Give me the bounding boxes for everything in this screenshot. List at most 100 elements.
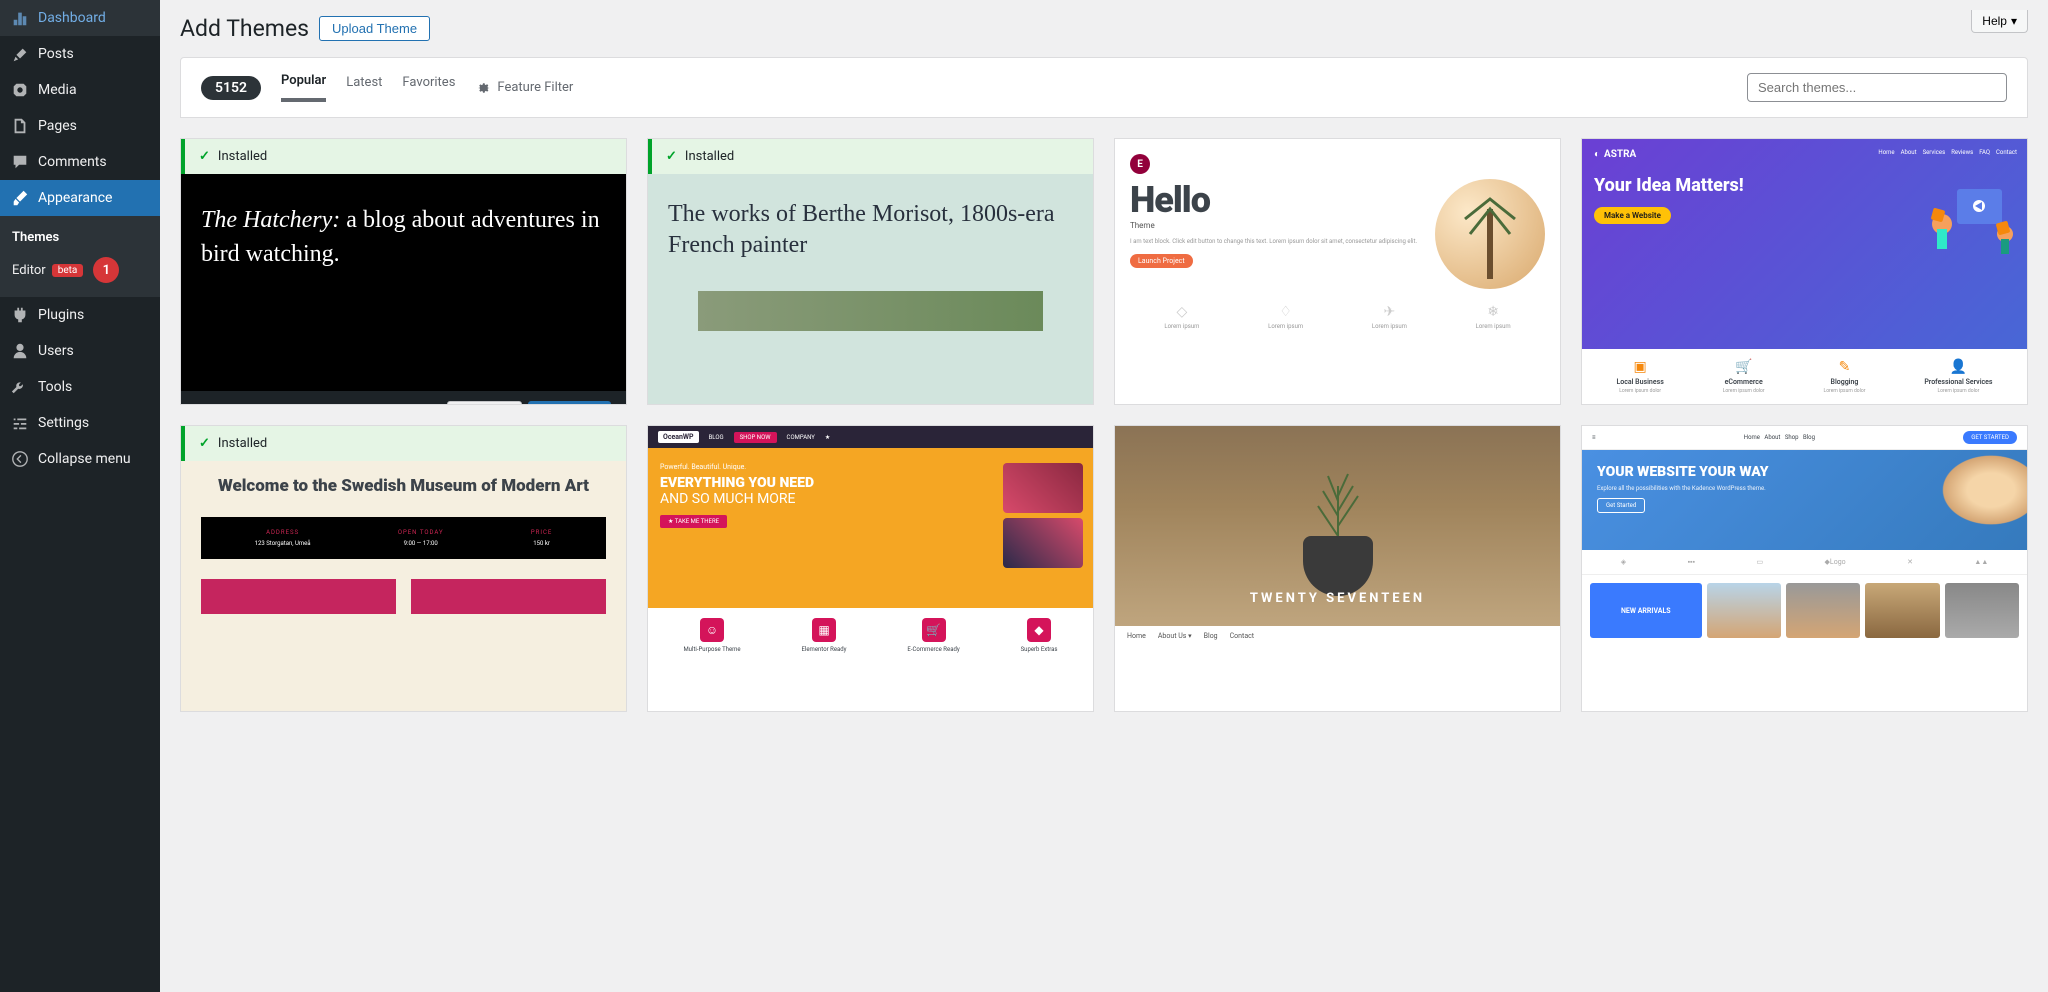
caret-down-icon: ▾ xyxy=(2011,14,2017,28)
preview-cta: Launch Project xyxy=(1130,254,1193,268)
menu-label: Dashboard xyxy=(38,10,106,26)
preview-image xyxy=(1907,450,2027,550)
menu-settings[interactable]: Settings xyxy=(0,405,160,441)
feature-filter-button[interactable]: Feature Filter xyxy=(475,80,573,96)
menu-pages[interactable]: Pages xyxy=(0,108,160,144)
menu-label: Media xyxy=(38,82,77,98)
theme-preview: ≡Home About Shop BlogGET STARTED YOUR WE… xyxy=(1582,426,2027,711)
activated-button: Activated xyxy=(447,401,522,405)
menu-label: Appearance xyxy=(38,190,112,206)
pin-icon xyxy=(10,44,30,64)
gear-icon xyxy=(475,80,491,96)
media-icon xyxy=(10,80,30,100)
notification-badge: 1 xyxy=(93,257,119,283)
menu-collapse[interactable]: Collapse menu xyxy=(0,441,160,477)
customize-button[interactable]: Customize xyxy=(528,401,611,405)
page-icon xyxy=(10,116,30,136)
search-input[interactable] xyxy=(1747,73,2007,102)
menu-label: Settings xyxy=(38,415,89,431)
menu-posts[interactable]: Posts xyxy=(0,36,160,72)
theme-card-twenty-seventeen[interactable]: TWENTY SEVENTEEN HomeAbout Us ▾BlogConta… xyxy=(1114,425,1561,712)
theme-preview: ◐ASTRA HomeAboutServicesReviewsFAQContac… xyxy=(1582,139,2027,404)
brush-icon xyxy=(10,188,30,208)
menu-label: Collapse menu xyxy=(38,451,131,467)
theme-preview: E Hello Theme I am text block. Click edi… xyxy=(1115,139,1560,404)
menu-label: Pages xyxy=(38,118,77,134)
preview-em: The Hatchery: xyxy=(201,207,340,233)
theme-preview: Welcome to the Swedish Museum of Modern … xyxy=(181,461,626,712)
feature-filter-label: Feature Filter xyxy=(497,80,573,95)
theme-grid: ✓ Installed The Hatchery: a blog about a… xyxy=(180,138,2028,712)
menu-label: Tools xyxy=(38,379,72,395)
appearance-submenu: Themes Editor beta 1 xyxy=(0,216,160,297)
theme-preview: The works of Berthe Morisot, 1800s-era F… xyxy=(648,174,1093,405)
upload-theme-button[interactable]: Upload Theme xyxy=(319,16,430,41)
tab-popular[interactable]: Popular xyxy=(281,73,326,102)
check-icon: ✓ xyxy=(666,149,677,164)
theme-card-twenty-twenty-two[interactable]: ✓ Installed The Hatchery: a blog about a… xyxy=(180,138,627,405)
preview-title: TWENTY SEVENTEEN xyxy=(1250,591,1425,606)
theme-card-oceanwp[interactable]: OceanWP BLOGSHOP NOWCOMPANY★ Powerful. B… xyxy=(647,425,1094,712)
theme-card-astra[interactable]: ◐ASTRA HomeAboutServicesReviewsFAQContac… xyxy=(1581,138,2028,405)
preview-subheading: Theme xyxy=(1130,221,1420,230)
preview-heading: Welcome to the Swedish Museum of Modern … xyxy=(201,476,606,496)
tab-favorites[interactable]: Favorites xyxy=(402,75,455,100)
main-content: Help ▾ Add Themes Upload Theme 5152 Popu… xyxy=(160,0,2048,992)
wrench-icon xyxy=(10,377,30,397)
check-icon: ✓ xyxy=(199,436,210,451)
theme-preview: The Hatchery: a blog about adventures in… xyxy=(181,174,626,405)
preview-cta: Make a Website xyxy=(1594,207,1671,224)
admin-sidebar: Dashboard Posts Media Pages Comments App… xyxy=(0,0,160,992)
comment-icon xyxy=(10,152,30,172)
plugin-icon xyxy=(10,305,30,325)
preview-image xyxy=(1435,179,1545,289)
elementor-icon: E xyxy=(1130,154,1150,174)
submenu-themes[interactable]: Themes xyxy=(0,224,160,251)
preview-heading: Hello xyxy=(1130,179,1420,221)
user-icon xyxy=(10,341,30,361)
menu-label: Posts xyxy=(38,46,74,62)
sliders-icon xyxy=(10,413,30,433)
tab-latest[interactable]: Latest xyxy=(346,75,382,100)
collapse-icon xyxy=(10,449,30,469)
installed-label: Installed xyxy=(218,149,267,164)
menu-dashboard[interactable]: Dashboard xyxy=(0,0,160,36)
menu-plugins[interactable]: Plugins xyxy=(0,297,160,333)
menu-comments[interactable]: Comments xyxy=(0,144,160,180)
theme-card-twenty-twenty[interactable]: ✓ Installed Welcome to the Swedish Museu… xyxy=(180,425,627,712)
help-label: Help xyxy=(1982,14,2007,28)
beta-badge: beta xyxy=(52,264,84,277)
installed-label: Installed xyxy=(218,436,267,451)
menu-users[interactable]: Users xyxy=(0,333,160,369)
menu-label: Plugins xyxy=(38,307,84,323)
preview-cta: ★ TAKE ME THERE xyxy=(660,515,727,528)
dashboard-icon xyxy=(10,8,30,28)
page-title: Add Themes xyxy=(180,15,309,42)
page-header: Add Themes Upload Theme xyxy=(180,0,2028,57)
theme-preview: OceanWP BLOGSHOP NOWCOMPANY★ Powerful. B… xyxy=(648,426,1093,711)
installed-banner: ✓ Installed xyxy=(181,426,626,461)
preview-illustration xyxy=(1927,179,2017,259)
preview-text: The works of Berthe Morisot, 1800s-era F… xyxy=(668,199,1073,261)
menu-tools[interactable]: Tools xyxy=(0,369,160,405)
installed-label: Installed xyxy=(685,149,734,164)
preview-logo: OceanWP xyxy=(658,431,699,443)
theme-card-hello-elementor[interactable]: E Hello Theme I am text block. Click edi… xyxy=(1114,138,1561,405)
theme-card-kadence[interactable]: ≡Home About Shop BlogGET STARTED YOUR WE… xyxy=(1581,425,2028,712)
theme-card-twenty-twenty-one[interactable]: ✓ Installed The works of Berthe Morisot,… xyxy=(647,138,1094,405)
installed-banner: ✓ Installed xyxy=(181,139,626,174)
preview-desc: I am text block. Click edit button to ch… xyxy=(1130,238,1420,246)
submenu-label: Editor xyxy=(12,263,46,278)
menu-media[interactable]: Media xyxy=(0,72,160,108)
menu-label: Users xyxy=(38,343,74,359)
preview-image xyxy=(698,291,1043,331)
help-button[interactable]: Help ▾ xyxy=(1971,10,2028,33)
menu-appearance[interactable]: Appearance xyxy=(0,180,160,216)
menu-label: Comments xyxy=(38,154,107,170)
theme-count: 5152 xyxy=(201,76,261,100)
installed-banner: ✓ Installed xyxy=(648,139,1093,174)
filter-bar: 5152 Popular Latest Favorites Feature Fi… xyxy=(180,57,2028,118)
check-icon: ✓ xyxy=(199,149,210,164)
theme-preview: TWENTY SEVENTEEN HomeAbout Us ▾BlogConta… xyxy=(1115,426,1560,711)
submenu-editor[interactable]: Editor beta 1 xyxy=(0,251,160,289)
